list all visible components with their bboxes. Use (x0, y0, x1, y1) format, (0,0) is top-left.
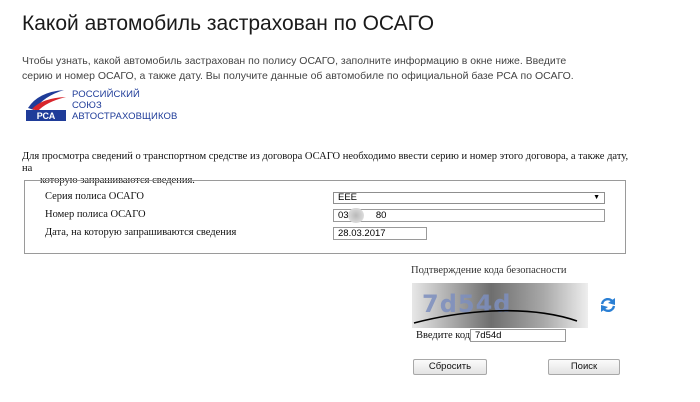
number-label: Номер полиса ОСАГО (45, 209, 146, 220)
captcha-code-input[interactable]: 7d54d (470, 329, 566, 342)
refresh-icon[interactable] (598, 295, 618, 315)
rsa-emblem-icon: РСА (26, 90, 66, 121)
series-select[interactable]: ЕЕЕ ▼ (333, 192, 605, 204)
series-select-value: ЕЕЕ (338, 192, 358, 203)
chevron-down-icon: ▼ (593, 194, 600, 201)
search-button[interactable]: Поиск (548, 359, 620, 375)
redaction-blur (348, 208, 364, 223)
series-label: Серия полиса ОСАГО (45, 191, 144, 202)
policy-number-suffix: 80 (375, 210, 387, 221)
code-label: Введите код: (416, 330, 474, 341)
policy-number-input[interactable]: 033 80 (333, 208, 605, 223)
intro-line-2: серию и номер ОСАГО, а также дату. Вы по… (22, 70, 574, 82)
reset-button[interactable]: Сбросить (413, 359, 487, 375)
intro-text: Чтобы узнать, какой автомобиль застрахов… (22, 54, 662, 84)
policy-form: Серия полиса ОСАГО ЕЕЕ ▼ Номер полиса ОС… (24, 180, 626, 254)
rsa-logo: РСА РОССИЙСКИЙ СОЮЗ АВТОСТРАХОВЩИКОВ (24, 88, 194, 124)
logo-line-3: АВТОСТРАХОВЩИКОВ (72, 111, 178, 122)
form-note-line-1: Для просмотра сведений о транспортном ср… (22, 151, 629, 174)
logo-emblem-text: РСА (37, 111, 56, 121)
logo-line-2: СОЮЗ (72, 100, 102, 111)
date-input[interactable]: 28.03.2017 (333, 227, 427, 240)
page-title: Какой автомобиль застрахован по ОСАГО (22, 12, 435, 35)
logo-line-1: РОССИЙСКИЙ (72, 89, 140, 100)
logo-text: РОССИЙСКИЙ СОЮЗ АВТОСТРАХОВЩИКОВ (72, 89, 177, 122)
intro-line-1: Чтобы узнать, какой автомобиль застрахов… (22, 55, 567, 67)
captcha-image: 7d54d (412, 283, 588, 328)
date-label: Дата, на которую запрашиваются сведения (45, 227, 237, 238)
captcha-title: Подтверждение кода безопасности (411, 265, 567, 276)
